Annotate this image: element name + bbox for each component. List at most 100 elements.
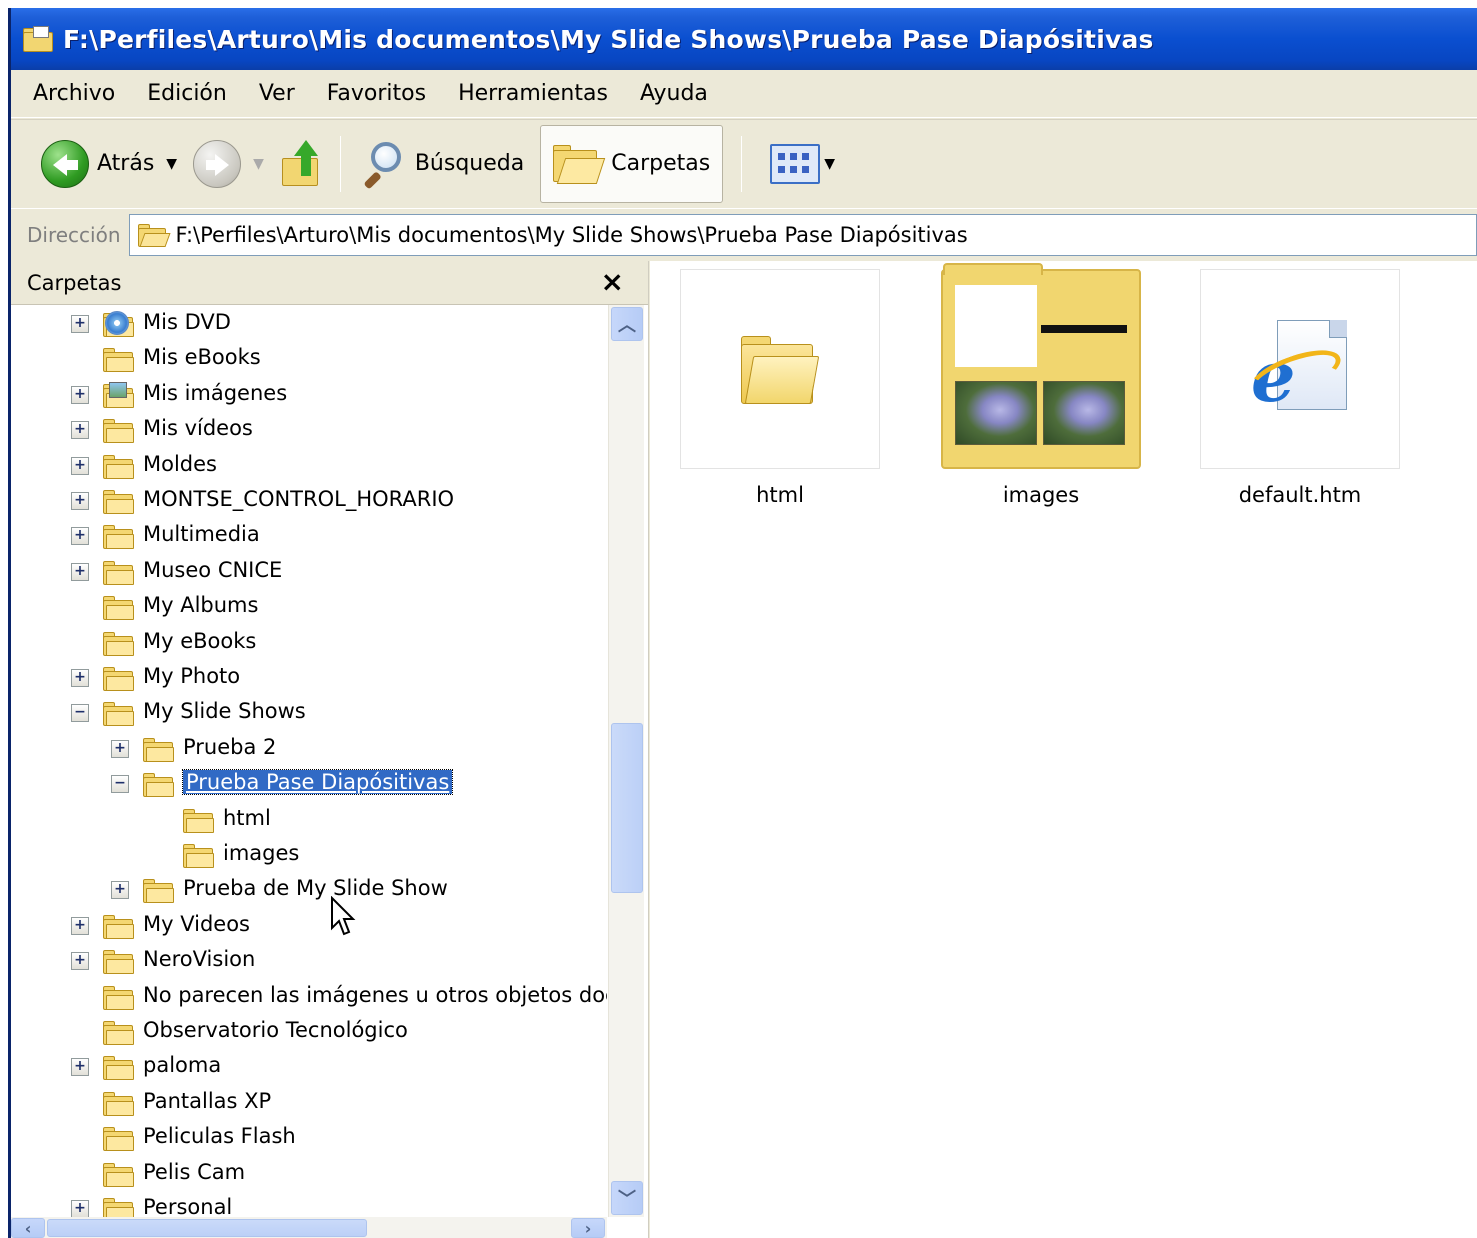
scroll-left-button[interactable]: ‹: [11, 1218, 45, 1238]
folder-icon: [103, 913, 135, 939]
menu-favoritos[interactable]: Favoritos: [311, 81, 442, 106]
expand-icon[interactable]: +: [71, 669, 89, 687]
expand-icon[interactable]: +: [71, 315, 89, 333]
chevron-down-icon[interactable]: ▼: [824, 156, 835, 172]
scroll-thumb[interactable]: [611, 723, 643, 893]
title-bar[interactable]: F:\Perfiles\Arturo\Mis documentos\My Sli…: [11, 8, 1477, 70]
tree-item-label: Mis eBooks: [143, 345, 261, 370]
tree-item[interactable]: + Prueba 2: [11, 732, 607, 767]
folder-icon: [103, 984, 135, 1010]
folder-icon: [103, 665, 135, 691]
chevron-down-icon[interactable]: ▼: [253, 156, 264, 172]
folder-icon: [103, 948, 135, 975]
tree-item[interactable]: + Multimedia: [11, 519, 607, 554]
up-button[interactable]: [272, 125, 330, 203]
tree-item[interactable]: images: [11, 838, 607, 873]
search-button[interactable]: Búsqueda: [351, 125, 532, 203]
explorer-window: F:\Perfiles\Arturo\Mis documentos\My Sli…: [8, 8, 1477, 1238]
menu-archivo[interactable]: Archivo: [11, 81, 131, 106]
folders-icon: [553, 142, 606, 186]
folder-icon: [103, 594, 135, 621]
tree-item-label: MONTSE_CONTROL_HORARIO: [143, 487, 455, 511]
tree-item[interactable]: + Personal: [11, 1192, 607, 1217]
expand-icon[interactable]: +: [71, 456, 89, 475]
scroll-up-button[interactable]: ︿: [611, 307, 643, 341]
horizontal-scroll-thumb[interactable]: [47, 1219, 367, 1237]
tree-item[interactable]: − Prueba Pase Diapósitivas: [11, 767, 607, 802]
tree-item[interactable]: + Mis vídeos: [11, 413, 607, 448]
forward-arrow-icon: [193, 139, 242, 188]
collapse-icon[interactable]: −: [111, 775, 129, 794]
expand-icon[interactable]: +: [71, 916, 89, 935]
tree-item-label: Prueba de My Slide Show: [183, 876, 448, 901]
image-folder-thumbnail: [941, 263, 1141, 469]
scroll-right-button[interactable]: ›: [571, 1218, 605, 1238]
collapse-icon[interactable]: −: [71, 704, 89, 723]
back-button[interactable]: Atrás ▼: [33, 125, 185, 203]
tree-item[interactable]: + My Videos: [11, 909, 607, 944]
chevron-down-icon[interactable]: ▼: [166, 156, 177, 172]
menu-herramientas[interactable]: Herramientas: [442, 81, 624, 106]
tree-item-label: Multimedia: [143, 522, 260, 547]
expand-icon[interactable]: +: [71, 492, 89, 510]
tree-item[interactable]: Mis eBooks: [11, 342, 607, 377]
tree-item[interactable]: + MONTSE_CONTROL_HORARIO: [11, 484, 607, 519]
folders-pane: Carpetas × + Mis DVD Mis eBooks + Mis imágen…: [11, 261, 649, 1238]
expand-icon[interactable]: +: [71, 562, 89, 581]
folder-up-icon: [280, 139, 322, 188]
expand-icon[interactable]: +: [71, 421, 89, 440]
tree-item[interactable]: My Albums: [11, 590, 607, 625]
address-bar: Dirección F:\Perfiles\Arturo\Mis documen…: [11, 208, 1477, 260]
tree-item[interactable]: + My Photo: [11, 661, 607, 696]
tree-item-label: My Photo: [143, 664, 241, 688]
file-name: html: [756, 483, 804, 507]
file-item-default-htm[interactable]: e default.htm: [1200, 269, 1400, 507]
expand-icon[interactable]: +: [111, 881, 129, 900]
tree-item-label: Mis imágenes: [143, 380, 288, 405]
file-item-html[interactable]: html: [680, 269, 880, 507]
menu-ver[interactable]: Ver: [243, 81, 311, 106]
scroll-down-button[interactable]: ﹀: [611, 1181, 643, 1215]
tree-item-label: NeroVision: [143, 947, 256, 972]
expand-icon[interactable]: +: [71, 952, 89, 971]
tree-item-label: No parecen las imágenes u otros objetos …: [143, 982, 607, 1007]
views-button[interactable]: ▼: [752, 125, 843, 203]
tree-item[interactable]: + NeroVision: [11, 944, 607, 979]
tree-item[interactable]: Observatorio Tecnológico: [11, 1015, 607, 1050]
folder-icon: [143, 771, 175, 798]
tree-item-label: Observatorio Tecnológico: [143, 1018, 408, 1042]
tree-item-label: Mis vídeos: [143, 416, 253, 441]
file-item-images[interactable]: images: [941, 263, 1141, 507]
forward-button[interactable]: ▼: [185, 125, 272, 203]
expand-icon[interactable]: +: [71, 385, 89, 404]
tree-item[interactable]: No parecen las imágenes u otros objetos …: [11, 980, 607, 1015]
tree-item[interactable]: + Museo CNICE: [11, 555, 607, 590]
tree-item[interactable]: Peliculas Flash: [11, 1121, 607, 1156]
menu-edicion[interactable]: Edición: [131, 81, 243, 106]
tree-item[interactable]: + Mis imágenes: [11, 378, 607, 413]
tree-item[interactable]: + Mis DVD: [11, 307, 607, 342]
close-icon[interactable]: ×: [601, 265, 624, 298]
folder-icon: [103, 559, 135, 585]
address-input[interactable]: F:\Perfiles\Arturo\Mis documentos\My Sli…: [128, 213, 1477, 256]
tree-item[interactable]: My eBooks: [11, 626, 607, 661]
tree-item[interactable]: + Prueba de My Slide Show: [11, 873, 607, 908]
folder-icon: [103, 700, 135, 727]
expand-icon[interactable]: +: [71, 1200, 89, 1217]
tree-item[interactable]: Pantallas XP: [11, 1086, 607, 1121]
expand-icon[interactable]: +: [71, 1058, 89, 1077]
tree-item[interactable]: html: [11, 803, 607, 838]
horizontal-scrollbar[interactable]: ‹ ›: [11, 1217, 607, 1238]
vertical-scrollbar[interactable]: ︿ ﹀: [608, 305, 644, 1217]
tree-item[interactable]: − My Slide Shows: [11, 696, 607, 731]
folder-icon: [103, 1196, 135, 1217]
menu-ayuda[interactable]: Ayuda: [624, 81, 724, 106]
address-path: F:\Perfiles\Arturo\Mis documentos\My Sli…: [175, 222, 968, 247]
tree-item[interactable]: Pelis Cam: [11, 1157, 607, 1192]
expand-icon[interactable]: +: [71, 527, 89, 546]
folder-icon: [183, 807, 215, 833]
expand-icon[interactable]: +: [111, 739, 129, 758]
folders-button[interactable]: Carpetas: [540, 124, 724, 203]
tree-item[interactable]: + Moldes: [11, 449, 607, 484]
tree-item[interactable]: + paloma: [11, 1050, 607, 1085]
